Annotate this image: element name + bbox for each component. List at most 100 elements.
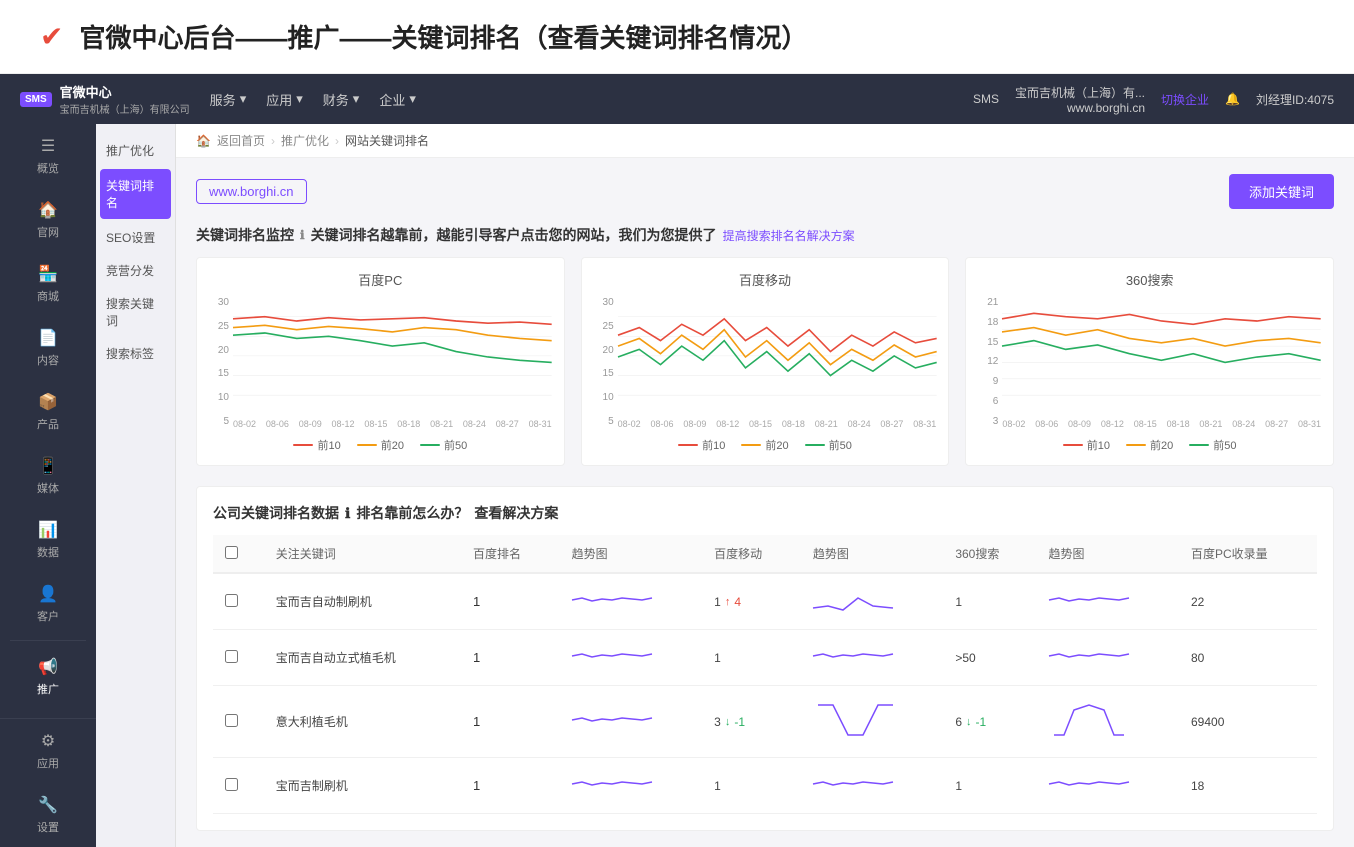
monitoring-desc: 关键词排名越靠前，越能引导客户点击您的网站，我们为您提供了 (311, 225, 717, 245)
row1-checkbox (213, 573, 264, 630)
notification-icon[interactable]: 🔔 (1225, 92, 1240, 106)
row1-360: 1 (943, 573, 1036, 630)
col-checkbox (213, 535, 264, 573)
row1-baidu-rank: 1 (461, 573, 560, 630)
sidebar-label-overview: 概览 (37, 160, 59, 176)
nav-item-enterprise[interactable]: 企业 ▾ (379, 90, 416, 109)
row3-mobile: 3 ↓ -1 (702, 686, 801, 758)
row3-checkbox (213, 686, 264, 758)
media-icon: 📱 (38, 456, 58, 476)
breadcrumb-sep1: › (271, 134, 275, 148)
row3-baidu-trend (560, 686, 702, 758)
sidebar-item-media[interactable]: 📱 媒体 (0, 444, 96, 508)
sidebar-label-shop: 商城 (37, 288, 59, 304)
chart-baidu-mobile-axis: 30252015105 (594, 297, 937, 429)
sidebar-label-promotion: 推广 (37, 681, 59, 697)
switch-enterprise-btn[interactable]: 切换企业 (1161, 91, 1209, 108)
row3-360-change: 6 ↓ -1 (955, 715, 1024, 729)
legend-mobile-top50: 前50 (805, 437, 852, 453)
table-title: 公司关键词排名数据 (213, 503, 339, 523)
nav-item-services[interactable]: 服务 ▾ (210, 90, 247, 109)
row1-check[interactable] (225, 594, 238, 607)
row2-check[interactable] (225, 650, 238, 663)
sidebar-item-promotion[interactable]: 📢 推广 (0, 645, 96, 709)
row2-360-trend (1037, 630, 1179, 686)
row3-down-arrow: ↓ (725, 716, 731, 728)
chart-360-title: 360搜索 (978, 270, 1321, 289)
content-icon: 📄 (38, 328, 58, 348)
nav-menu: 服务 ▾ 应用 ▾ 财务 ▾ 企业 ▾ (210, 90, 416, 109)
nav-header: SMS 官微中心 宝而吉机械（上海）有限公司 服务 ▾ 应用 ▾ 财务 ▾ 企业… (0, 74, 1354, 124)
legend-mobile-label-50: 前50 (829, 437, 852, 453)
sidebar-item-shop[interactable]: 🏪 商城 (0, 252, 96, 316)
col-360: 360搜索 (943, 535, 1036, 573)
sub-item-promotion-opt[interactable]: 推广优化 (96, 134, 175, 167)
legend-360-dot-20 (1126, 444, 1146, 446)
chart-baidu-pc: 百度PC 30252015105 (196, 257, 565, 466)
chart-360: 360搜索 21181512963 (965, 257, 1334, 466)
sidebar-item-customer[interactable]: 👤 客户 (0, 572, 96, 636)
row4-360-trend (1037, 758, 1179, 814)
sidebar-label-product: 产品 (37, 416, 59, 432)
row4-check[interactable] (225, 778, 238, 791)
right-logo-icon: SMS (973, 92, 999, 106)
logo-company-sub: 宝而吉机械（上海）有限公司 (60, 101, 190, 116)
sidebar-item-data[interactable]: 📊 数据 (0, 508, 96, 572)
sub-item-search-keywords[interactable]: 搜索关键词 (96, 287, 175, 337)
sub-item-seo-settings[interactable]: SEO设置 (96, 221, 175, 254)
row2-mobile: 1 (702, 630, 801, 686)
sidebar-item-overview[interactable]: ☰ 概览 (0, 124, 96, 188)
chart-area-360 (1002, 297, 1321, 417)
row3-baidu-rank: 1 (461, 686, 560, 758)
row1-pc-collect: 22 (1179, 573, 1317, 630)
user-label: 刘经理ID:4075 (1256, 91, 1334, 108)
col-baidu-trend: 趋势图 (560, 535, 702, 573)
legend-top20: 前20 (357, 437, 404, 453)
sidebar: ☰ 概览 🏠 官网 🏪 商城 📄 内容 📦 产品 📱 媒体 📊 数据 👤 (0, 124, 96, 847)
table-solution-link[interactable]: 查看解决方案 (474, 503, 558, 523)
legend-360-dot-50 (1189, 444, 1209, 446)
row3-360-arrow: ↓ (966, 716, 972, 728)
sub-item-keyword-rank[interactable]: 关键词排名 (100, 169, 171, 219)
sub-item-competition[interactable]: 竞营分发 (96, 254, 175, 287)
page-content: www.borghi.cn 添加关键词 关键词排名监控 ℹ 关键词排名越靠前，越… (176, 158, 1354, 847)
sidebar-item-settings[interactable]: 🔧 设置 (0, 783, 96, 847)
row4-360: 1 (943, 758, 1036, 814)
row2-pc-collect: 80 (1179, 630, 1317, 686)
sidebar-item-website[interactable]: 🏠 官网 (0, 188, 96, 252)
content-area: 🏠 返回首页 › 推广优化 › 网站关键词排名 www.borghi.cn 添加… (176, 124, 1354, 847)
col-keyword: 关注关键词 (264, 535, 461, 573)
breadcrumb-home-icon: 🏠 (196, 134, 211, 148)
legend-360-top10: 前10 (1063, 437, 1110, 453)
title-bar: ✔ 官微中心后台——推广——关键词排名（查看关键词排名情况） (0, 0, 1354, 74)
breadcrumb-home[interactable]: 返回首页 (217, 132, 265, 149)
sub-item-search-tags[interactable]: 搜索标签 (96, 337, 175, 370)
row2-checkbox (213, 630, 264, 686)
row3-360-trend (1037, 686, 1179, 758)
row1-baidu-trend (560, 573, 702, 630)
table-row: 宝而吉制刷机 1 1 (213, 758, 1317, 814)
add-keyword-button[interactable]: 添加关键词 (1229, 174, 1334, 209)
row4-baidu-trend (560, 758, 702, 814)
row1-mobile: 1 ↑ 4 (702, 573, 801, 630)
nav-item-finance[interactable]: 财务 ▾ (323, 90, 360, 109)
sidebar-item-product[interactable]: 📦 产品 (0, 380, 96, 444)
sidebar-item-content[interactable]: 📄 内容 (0, 316, 96, 380)
row3-change-num: -1 (734, 715, 745, 729)
chart-area-pc (233, 297, 552, 417)
x-axis-360: 08-0208-0608-0908-1208-15 08-1808-2108-2… (1002, 419, 1321, 429)
row3-check[interactable] (225, 714, 238, 727)
logo-icon: SMS (20, 92, 52, 107)
data-section-header: 公司关键词排名数据 ℹ 排名靠前怎么办？ 查看解决方案 (213, 503, 1317, 523)
table-info-icon: ℹ (345, 505, 350, 522)
monitoring-link[interactable]: 提高搜索排名名解决方案 (723, 227, 855, 244)
select-all-checkbox[interactable] (225, 546, 238, 559)
nav-item-apps[interactable]: 应用 ▾ (266, 90, 303, 109)
legend-mobile-top10: 前10 (678, 437, 725, 453)
sidebar-label-content: 内容 (37, 352, 59, 368)
legend-360-label-20: 前20 (1150, 437, 1173, 453)
breadcrumb-level1[interactable]: 推广优化 (281, 132, 329, 149)
legend-mobile-label-10: 前10 (702, 437, 725, 453)
chart-legend-360: 前10 前20 前50 (978, 437, 1321, 453)
sidebar-item-apps[interactable]: ⚙ 应用 (0, 719, 96, 783)
